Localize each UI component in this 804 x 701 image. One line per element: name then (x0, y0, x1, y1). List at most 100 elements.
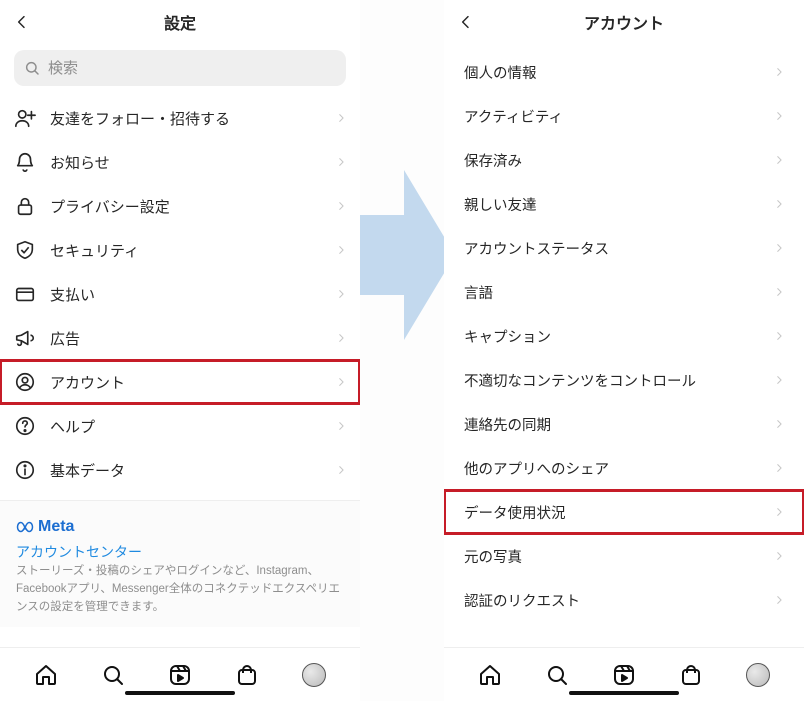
left-item-0[interactable]: 友達をフォロー・招待する (0, 96, 360, 140)
info-icon (14, 459, 36, 481)
row-label: お知らせ (50, 152, 322, 173)
chevron-right-icon (774, 505, 784, 519)
right-item-9[interactable]: 他のアプリへのシェア (444, 446, 804, 490)
chevron-right-icon (774, 417, 784, 431)
left-item-7[interactable]: ヘルプ (0, 404, 360, 448)
meta-accounts-center[interactable]: Meta アカウントセンター ストーリーズ・投稿のシェアやログインなど、Inst… (0, 500, 360, 627)
right-item-1[interactable]: アクティビティ (444, 94, 804, 138)
chevron-right-icon (774, 373, 784, 387)
shield-icon (14, 239, 36, 261)
chevron-right-icon (774, 593, 784, 607)
chevron-right-icon (336, 463, 346, 477)
chevron-right-icon (336, 111, 346, 125)
back-button[interactable] (10, 10, 34, 34)
row-label: 基本データ (50, 460, 322, 481)
right-item-0[interactable]: 個人の情報 (444, 50, 804, 94)
chevron-right-icon (774, 549, 784, 563)
row-label: 個人の情報 (464, 62, 760, 83)
right-item-8[interactable]: 連絡先の同期 (444, 402, 804, 446)
chevron-right-icon (774, 109, 784, 123)
left-item-8[interactable]: 基本データ (0, 448, 360, 492)
tab-profile[interactable] (744, 661, 772, 689)
row-label: 不適切なコンテンツをコントロール (464, 370, 760, 391)
row-label: 認証のリクエスト (464, 590, 760, 611)
left-item-2[interactable]: プライバシー設定 (0, 184, 360, 228)
chevron-right-icon (336, 375, 346, 389)
chevron-right-icon (774, 197, 784, 211)
row-label: 保存済み (464, 150, 760, 171)
right-item-12[interactable]: 認証のリクエスト (444, 578, 804, 622)
row-label: 連絡先の同期 (464, 414, 760, 435)
tab-search[interactable] (99, 661, 127, 689)
megaphone-icon (14, 327, 36, 349)
add-friend-icon (14, 107, 36, 129)
right-item-2[interactable]: 保存済み (444, 138, 804, 182)
left-item-4[interactable]: 支払い (0, 272, 360, 316)
lock-icon (14, 195, 36, 217)
left-item-6[interactable]: アカウント (0, 360, 360, 404)
left-item-3[interactable]: セキュリティ (0, 228, 360, 272)
chevron-right-icon (774, 285, 784, 299)
home-indicator (569, 691, 679, 696)
row-label: 親しい友達 (464, 194, 760, 215)
tab-shop[interactable] (233, 661, 261, 689)
chevron-right-icon (336, 199, 346, 213)
chevron-right-icon (336, 155, 346, 169)
chevron-right-icon (336, 331, 346, 345)
chevron-right-icon (774, 329, 784, 343)
tab-home[interactable] (32, 661, 60, 689)
tab-profile[interactable] (300, 661, 328, 689)
meta-link[interactable]: アカウントセンター (16, 542, 344, 564)
right-item-4[interactable]: アカウントステータス (444, 226, 804, 270)
left-item-1[interactable]: お知らせ (0, 140, 360, 184)
bell-icon (14, 151, 36, 173)
row-label: データ使用状況 (464, 502, 760, 523)
meta-description: ストーリーズ・投稿のシェアやログインなど、Instagram、Facebookア… (16, 563, 344, 616)
chevron-right-icon (774, 153, 784, 167)
row-label: 支払い (50, 284, 322, 305)
tab-search[interactable] (543, 661, 571, 689)
chevron-right-icon (774, 461, 784, 475)
tab-home[interactable] (476, 661, 504, 689)
home-indicator (125, 691, 235, 696)
left-item-5[interactable]: 広告 (0, 316, 360, 360)
search-field[interactable] (14, 50, 346, 86)
row-label: 言語 (464, 282, 760, 303)
tab-reels[interactable] (610, 661, 638, 689)
row-label: ヘルプ (50, 416, 322, 437)
chevron-right-icon (774, 65, 784, 79)
page-title: アカウント (584, 10, 664, 34)
avatar-icon (302, 663, 326, 687)
row-label: 友達をフォロー・招待する (50, 108, 322, 129)
chevron-right-icon (774, 241, 784, 255)
right-item-6[interactable]: キャプション (444, 314, 804, 358)
search-icon (24, 60, 40, 76)
page-title: 設定 (164, 10, 196, 34)
chevron-right-icon (336, 287, 346, 301)
tab-shop[interactable] (677, 661, 705, 689)
row-label: キャプション (464, 326, 760, 347)
meta-logo-icon (16, 518, 34, 536)
flow-arrow (352, 170, 455, 340)
row-label: セキュリティ (50, 240, 322, 261)
row-label: 他のアプリへのシェア (464, 458, 760, 479)
right-item-7[interactable]: 不適切なコンテンツをコントロール (444, 358, 804, 402)
row-label: アクティビティ (464, 106, 760, 127)
help-icon (14, 415, 36, 437)
right-item-10[interactable]: データ使用状況 (444, 490, 804, 534)
row-label: アカウントステータス (464, 238, 760, 259)
row-label: アカウント (50, 372, 322, 393)
tab-reels[interactable] (166, 661, 194, 689)
chevron-right-icon (336, 243, 346, 257)
user-icon (14, 371, 36, 393)
row-label: プライバシー設定 (50, 196, 322, 217)
right-item-5[interactable]: 言語 (444, 270, 804, 314)
chevron-right-icon (336, 419, 346, 433)
avatar-icon (746, 663, 770, 687)
back-button[interactable] (454, 10, 478, 34)
right-item-11[interactable]: 元の写真 (444, 534, 804, 578)
search-input[interactable] (46, 59, 336, 78)
right-item-3[interactable]: 親しい友達 (444, 182, 804, 226)
row-label: 広告 (50, 328, 322, 349)
meta-logo-text: Meta (38, 515, 74, 540)
